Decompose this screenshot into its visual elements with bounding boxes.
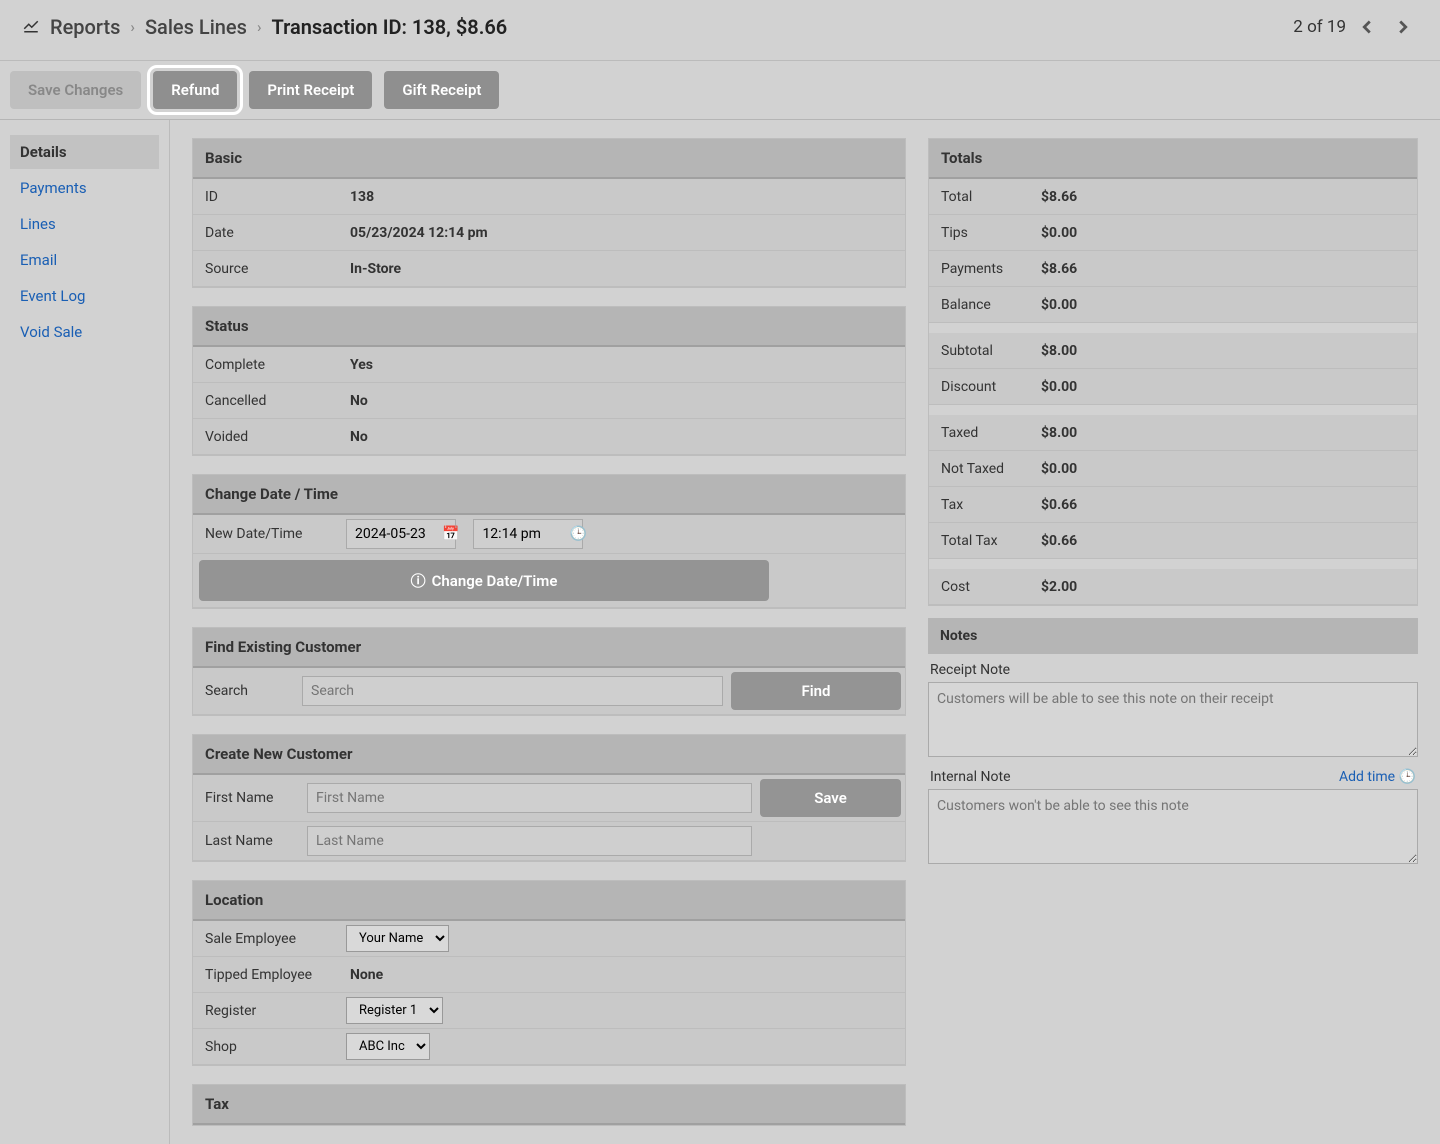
tips-label: Tips (929, 217, 1029, 249)
complete-label: Complete (193, 349, 338, 381)
cancelled-value: No (338, 385, 905, 417)
discount-value: $0.00 (1029, 371, 1417, 403)
search-label: Search (193, 675, 298, 707)
page-info: 2 of 19 (1293, 12, 1418, 42)
sidebar-item-payments[interactable]: Payments (10, 171, 159, 205)
taxed-value: $8.00 (1029, 417, 1417, 449)
totaltax-value: $0.66 (1029, 525, 1417, 557)
gift-receipt-button[interactable]: Gift Receipt (384, 71, 499, 109)
newdatetime-label: New Date/Time (193, 518, 338, 550)
register-label: Register (193, 995, 338, 1027)
saleemployee-select[interactable]: Your Name (346, 925, 449, 952)
nottaxed-label: Not Taxed (929, 453, 1029, 485)
voided-value: No (338, 421, 905, 453)
tax-header: Tax (193, 1085, 905, 1125)
sidebar-item-lines[interactable]: Lines (10, 207, 159, 241)
addtime-link[interactable]: Add time 🕒 (1339, 769, 1416, 785)
change-datetime-label: Change Date/Time (432, 572, 558, 590)
total-value: $8.66 (1029, 181, 1417, 213)
tippedemployee-value: None (338, 959, 905, 991)
clock-icon[interactable]: 🕒 (569, 526, 586, 542)
prev-button[interactable] (1352, 12, 1382, 42)
chevron-right-icon: › (257, 18, 262, 36)
basic-header: Basic (193, 139, 905, 179)
subtotal-value: $8.00 (1029, 335, 1417, 367)
date-label: Date (193, 217, 338, 249)
breadcrumb-reports[interactable]: Reports (50, 15, 120, 39)
date-input[interactable] (346, 519, 456, 549)
firstname-input[interactable] (307, 783, 752, 813)
balance-value: $0.00 (1029, 289, 1417, 321)
subtotal-label: Subtotal (929, 335, 1029, 367)
status-header: Status (193, 307, 905, 347)
chart-icon[interactable] (22, 15, 40, 39)
shop-label: Shop (193, 1031, 338, 1063)
search-input[interactable] (302, 676, 723, 706)
sidebar-item-email[interactable]: Email (10, 243, 159, 277)
nottaxed-value: $0.00 (1029, 453, 1417, 485)
total-label: Total (929, 181, 1029, 213)
complete-value: Yes (338, 349, 905, 381)
lastname-label: Last Name (193, 825, 303, 857)
cost-value: $2.00 (1029, 571, 1417, 603)
voided-label: Voided (193, 421, 338, 453)
breadcrumb-current: Transaction ID: 138, $8.66 (271, 15, 507, 39)
payments-value: $8.66 (1029, 253, 1417, 285)
print-receipt-button[interactable]: Print Receipt (249, 71, 372, 109)
id-value: 138 (338, 181, 905, 213)
sidebar: Details Payments Lines Email Event Log V… (0, 120, 170, 1144)
sidebar-item-details[interactable]: Details (10, 135, 159, 169)
breadcrumb-saleslines[interactable]: Sales Lines (145, 15, 247, 39)
addtime-label: Add time (1339, 769, 1395, 785)
cancelled-label: Cancelled (193, 385, 338, 417)
clock-icon: 🕒 (1399, 769, 1416, 785)
saleemployee-label: Sale Employee (193, 923, 338, 955)
id-label: ID (193, 181, 338, 213)
refund-button[interactable]: Refund (153, 71, 237, 109)
calendar-icon[interactable]: 📅 (442, 526, 459, 542)
save-changes-button[interactable]: Save Changes (10, 71, 141, 109)
breadcrumb: Reports › Sales Lines › Transaction ID: … (22, 15, 507, 39)
receiptnote-label: Receipt Note (928, 654, 1418, 682)
notes-header: Notes (928, 618, 1418, 654)
location-header: Location (193, 881, 905, 921)
lastname-input[interactable] (307, 826, 752, 856)
firstname-label: First Name (193, 782, 303, 814)
page-count: 2 of 19 (1293, 17, 1346, 37)
totals-header: Totals (929, 139, 1417, 179)
tips-value: $0.00 (1029, 217, 1417, 249)
createcustomer-header: Create New Customer (193, 735, 905, 775)
sidebar-item-eventlog[interactable]: Event Log (10, 279, 159, 313)
next-button[interactable] (1388, 12, 1418, 42)
findcustomer-header: Find Existing Customer (193, 628, 905, 668)
internalnote-label: Internal Note (930, 769, 1011, 785)
register-select[interactable]: Register 1 (346, 997, 443, 1024)
find-button[interactable]: Find (731, 672, 901, 710)
chevron-right-icon: › (130, 18, 135, 36)
tax-label: Tax (929, 489, 1029, 521)
taxed-label: Taxed (929, 417, 1029, 449)
tippedemployee-label: Tipped Employee (193, 959, 338, 991)
sidebar-item-voidsale[interactable]: Void Sale (10, 315, 159, 349)
internalnote-textarea[interactable] (928, 789, 1418, 864)
source-value: In-Store (338, 253, 905, 285)
date-value: 05/23/2024 12:14 pm (338, 217, 905, 249)
discount-label: Discount (929, 371, 1029, 403)
totaltax-label: Total Tax (929, 525, 1029, 557)
cost-label: Cost (929, 571, 1029, 603)
time-input[interactable] (473, 519, 583, 549)
shop-select[interactable]: ABC Inc (346, 1033, 430, 1060)
save-customer-button[interactable]: Save (760, 779, 901, 817)
source-label: Source (193, 253, 338, 285)
receiptnote-textarea[interactable] (928, 682, 1418, 757)
tax-value: $0.66 (1029, 489, 1417, 521)
balance-label: Balance (929, 289, 1029, 321)
toolbar: Save Changes Refund Print Receipt Gift R… (0, 61, 1440, 120)
info-icon: ⓘ (411, 570, 426, 591)
change-datetime-button[interactable]: ⓘ Change Date/Time (199, 560, 769, 601)
changedatetime-header: Change Date / Time (193, 475, 905, 515)
payments-label: Payments (929, 253, 1029, 285)
